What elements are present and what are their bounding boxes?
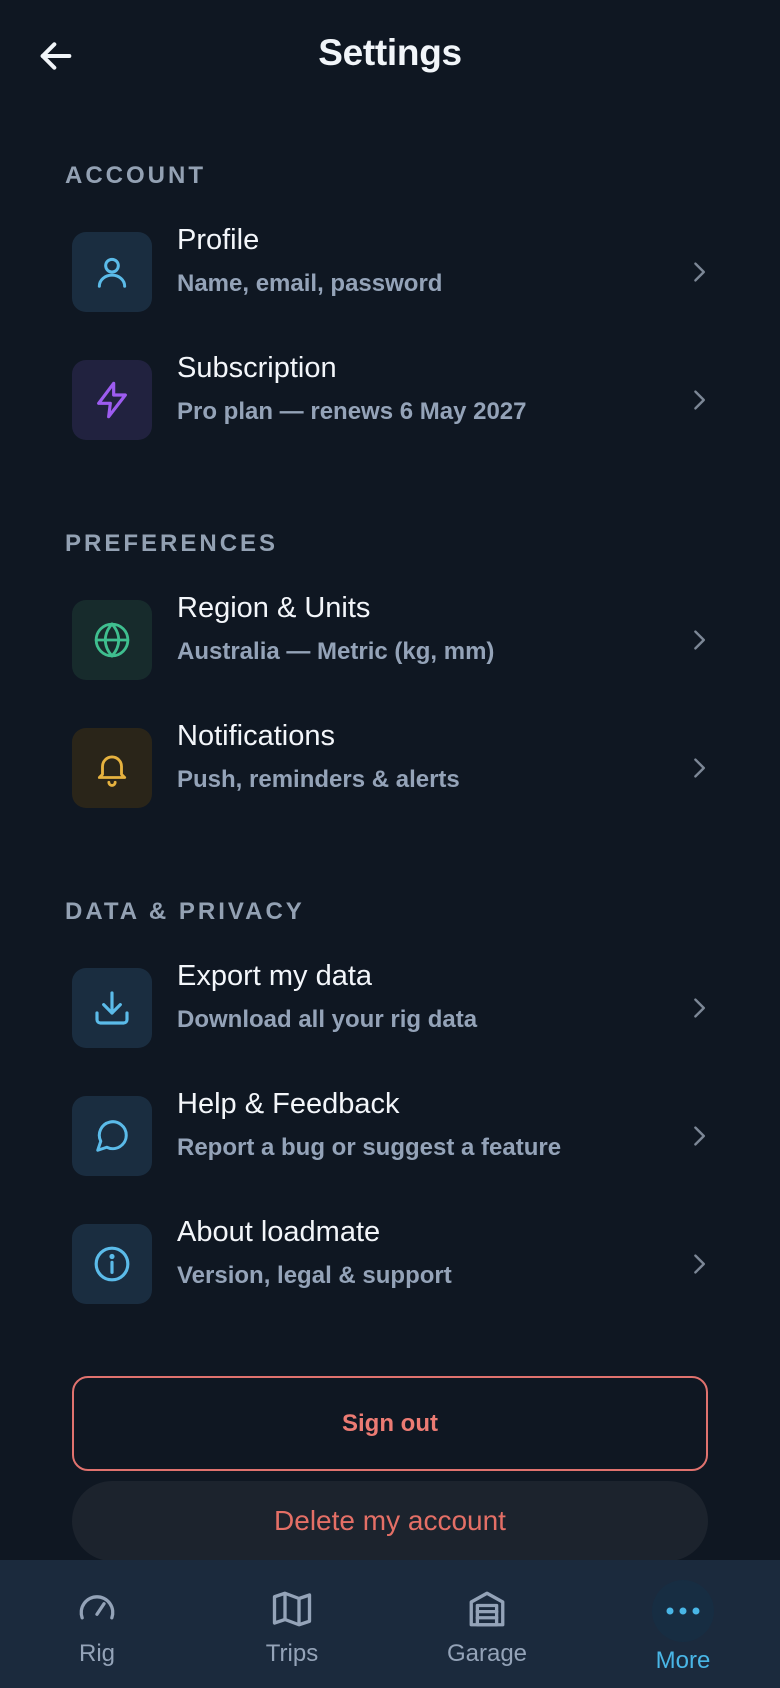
- settings-screen: Settings ACCOUNT Profile Name, email, pa…: [0, 0, 780, 1688]
- row-subtitle: Australia — Metric (kg, mm): [177, 638, 495, 665]
- chevron-right-icon: [684, 1249, 714, 1279]
- section-title-preferences: PREFERENCES: [65, 530, 279, 557]
- chevron-right-icon: [684, 625, 714, 655]
- nav-label: Trips: [265, 1640, 319, 1667]
- row-title: Region & Units: [177, 592, 371, 624]
- subscription-icon-tile: [72, 360, 152, 440]
- chevron-right-icon: [684, 257, 714, 287]
- gauge-icon: [74, 1586, 120, 1632]
- map-icon: [269, 1586, 315, 1632]
- bottom-nav: Rig Trips Garage More: [0, 1560, 780, 1688]
- chevron-right-icon: [684, 753, 714, 783]
- lightning-icon: [97, 381, 127, 419]
- row-subtitle: Version, legal & support: [177, 1262, 452, 1289]
- nav-item-rig[interactable]: Rig: [27, 1560, 167, 1688]
- info-icon: [94, 1246, 130, 1282]
- row-subtitle: Push, reminders & alerts: [177, 766, 460, 793]
- user-icon: [97, 257, 127, 288]
- download-icon: [95, 991, 129, 1025]
- more-dots-icon: [652, 1580, 714, 1642]
- bell-icon: [97, 755, 127, 787]
- row-subtitle: Report a bug or suggest a feature: [177, 1134, 562, 1161]
- row-title: Export my data: [177, 960, 373, 992]
- delete-account-button[interactable]: Delete my account: [72, 1481, 708, 1561]
- nav-item-trips[interactable]: Trips: [222, 1560, 362, 1688]
- settings-row-profile[interactable]: Profile Name, email, password: [72, 224, 714, 320]
- nav-item-garage[interactable]: Garage: [417, 1560, 557, 1688]
- section-title-account: ACCOUNT: [65, 162, 206, 189]
- notifications-icon-tile: [72, 728, 152, 808]
- settings-row-about[interactable]: About loadmate Version, legal & support: [72, 1216, 714, 1312]
- globe-icon: [94, 622, 130, 658]
- settings-row-subscription[interactable]: Subscription Pro plan — renews 6 May 202…: [72, 352, 714, 448]
- settings-row-help-feedback[interactable]: Help & Feedback Report a bug or suggest …: [72, 1088, 714, 1184]
- region-icon-tile: [72, 600, 152, 680]
- chat-bubble-icon: [96, 1120, 128, 1152]
- nav-label: Garage: [446, 1640, 528, 1667]
- row-subtitle: Pro plan — renews 6 May 2027: [177, 398, 527, 425]
- row-title: Notifications: [177, 720, 335, 752]
- row-title: Subscription: [177, 352, 337, 384]
- settings-row-export-data[interactable]: Export my data Download all your rig dat…: [72, 960, 714, 1056]
- help-icon-tile: [72, 1096, 152, 1176]
- chevron-right-icon: [684, 385, 714, 415]
- sign-out-button[interactable]: Sign out: [72, 1376, 708, 1471]
- settings-row-region-units[interactable]: Region & Units Australia — Metric (kg, m…: [72, 592, 714, 688]
- page-title: Settings: [318, 32, 462, 73]
- chevron-right-icon: [684, 993, 714, 1023]
- header: Settings: [0, 0, 780, 112]
- nav-label: More: [655, 1647, 711, 1674]
- row-title: Profile: [177, 224, 260, 256]
- export-icon-tile: [72, 968, 152, 1048]
- garage-icon: [464, 1586, 510, 1632]
- about-icon-tile: [72, 1224, 152, 1304]
- nav-item-more[interactable]: More: [613, 1560, 753, 1688]
- section-title-data-privacy: DATA & PRIVACY: [65, 898, 305, 925]
- row-title: Help & Feedback: [177, 1088, 400, 1120]
- profile-icon-tile: [72, 232, 152, 312]
- row-subtitle: Name, email, password: [177, 270, 443, 297]
- nav-label: Rig: [78, 1640, 115, 1667]
- chevron-right-icon: [684, 1121, 714, 1151]
- row-subtitle: Download all your rig data: [177, 1006, 478, 1033]
- settings-row-notifications[interactable]: Notifications Push, reminders & alerts: [72, 720, 714, 816]
- row-title: About loadmate: [177, 1216, 381, 1248]
